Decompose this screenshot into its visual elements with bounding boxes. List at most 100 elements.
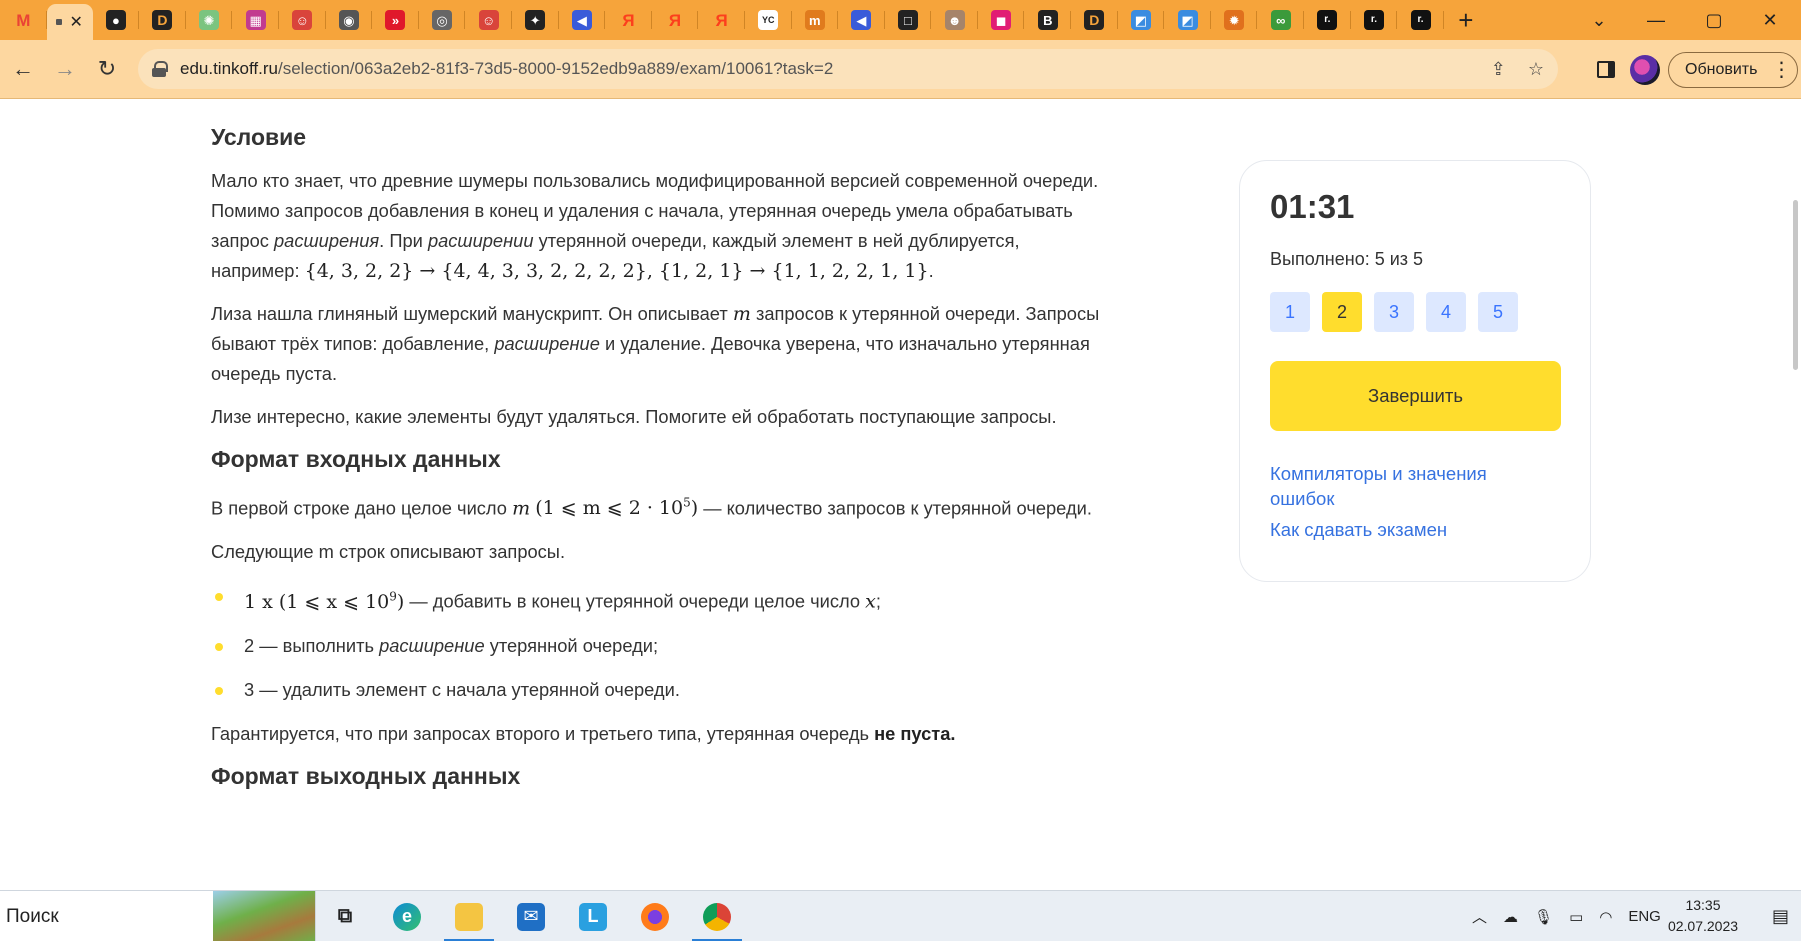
browser-tab[interactable]: ● bbox=[93, 0, 140, 40]
browser-tab[interactable]: B bbox=[1024, 0, 1071, 40]
browser-tab[interactable]: ☺ bbox=[279, 0, 326, 40]
task-button-1[interactable]: 1 bbox=[1270, 292, 1310, 332]
microphone-icon[interactable]: 🎙 bbox=[1534, 908, 1553, 926]
pattern-icon: ▦ bbox=[245, 10, 266, 30]
infinity-icon: ∞ bbox=[1270, 10, 1291, 30]
browser-tab[interactable]: » bbox=[372, 0, 419, 40]
minimize-button[interactable]: — bbox=[1625, 0, 1687, 40]
profile-avatar[interactable] bbox=[1630, 54, 1660, 85]
browser-tab[interactable]: r. bbox=[1397, 0, 1444, 40]
share-icon[interactable]: ⇪ bbox=[1491, 59, 1506, 80]
heading-condition: Условие bbox=[211, 124, 307, 150]
browser-tab[interactable]: ∞ bbox=[1257, 0, 1304, 40]
wifi-icon[interactable]: ◠ bbox=[1599, 908, 1612, 926]
reload-button[interactable]: ↻ bbox=[88, 50, 126, 88]
tab-search-icon[interactable]: ⌄ bbox=[1568, 0, 1630, 40]
heading-output-format: Формат выходных данных bbox=[211, 762, 521, 789]
browser-tab[interactable]: ◩ bbox=[1118, 0, 1165, 40]
browser-tab[interactable]: D bbox=[1071, 0, 1118, 40]
how-to-pass-link[interactable]: Как сдавать экзамен bbox=[1270, 517, 1530, 542]
menu-dots-icon[interactable]: ⋮ bbox=[1771, 60, 1791, 80]
task-button-3[interactable]: 3 bbox=[1374, 292, 1414, 332]
browser-tab[interactable]: ◎ bbox=[419, 0, 466, 40]
browser-tab[interactable]: □ bbox=[885, 0, 932, 40]
edge-icon: e bbox=[393, 902, 421, 931]
task-button-2[interactable]: 2 bbox=[1322, 292, 1362, 332]
tab-strip: M ✕ ● D ✺ ▦ ☺ ◉» ◎ ☺ ✦ ◀ Я Я Я YC m ◀ □ ☻ ◼ B D ◩ ◩ ✹ ∞ r. r. r. + … bbox=[0, 0, 1801, 40]
flag-icon: ◀ bbox=[851, 10, 872, 30]
browser-tab[interactable]: Я bbox=[652, 0, 699, 40]
compilers-link[interactable]: Компиляторы и значения ошибок bbox=[1270, 461, 1530, 511]
chrome-icon: ◎ bbox=[432, 10, 453, 30]
language-indicator[interactable]: ENG bbox=[1628, 908, 1661, 925]
battery-icon[interactable]: ▭ bbox=[1569, 908, 1583, 926]
browser-tab[interactable]: ◀ bbox=[838, 0, 885, 40]
browser-tab[interactable]: M bbox=[0, 0, 47, 40]
clock-date: 02.07.2023 bbox=[1667, 918, 1739, 934]
browser-tab[interactable]: ◼ bbox=[978, 0, 1025, 40]
taskbar-chrome[interactable] bbox=[688, 891, 746, 941]
sun-icon: ✹ bbox=[1224, 10, 1245, 30]
url-path: /selection/063a2eb2-81f3-73d5-8000-9152e… bbox=[277, 59, 834, 78]
taskbar-l-app[interactable]: L bbox=[564, 891, 622, 941]
browser-tab[interactable]: ✹ bbox=[1211, 0, 1258, 40]
tech-icon: m bbox=[804, 10, 825, 30]
bookmark-star-icon[interactable]: ☆ bbox=[1528, 59, 1544, 80]
side-panel-icon[interactable] bbox=[1597, 61, 1615, 78]
notifications-icon[interactable]: ▤ bbox=[1772, 891, 1789, 941]
taskbar-explorer[interactable] bbox=[440, 891, 498, 941]
m-constraint: (1 ⩽ m ⩽ 2 · 105) bbox=[535, 496, 699, 520]
back-button[interactable]: ← bbox=[4, 50, 42, 88]
close-tab-icon[interactable]: ✕ bbox=[70, 12, 83, 32]
task-button-4[interactable]: 4 bbox=[1426, 292, 1466, 332]
r-icon: r. bbox=[1363, 10, 1384, 30]
forward-button[interactable]: → bbox=[46, 50, 84, 88]
browser-tab[interactable]: ◀ bbox=[559, 0, 606, 40]
new-tab-button[interactable]: + bbox=[1444, 0, 1488, 40]
browser-tab[interactable]: ✦ bbox=[512, 0, 559, 40]
task-button-5[interactable]: 5 bbox=[1478, 292, 1518, 332]
mascot-icon: ☺ bbox=[478, 10, 499, 30]
globe-icon: ◉ bbox=[338, 10, 359, 30]
browser-tab[interactable]: Я bbox=[605, 0, 652, 40]
finish-button[interactable]: Завершить bbox=[1270, 361, 1561, 431]
d-letter-icon: D bbox=[1084, 10, 1105, 30]
browser-tab[interactable]: ▦ bbox=[232, 0, 279, 40]
avatar-icon: ☻ bbox=[944, 10, 965, 30]
taskbar-firefox[interactable] bbox=[626, 891, 684, 941]
browser-tab[interactable]: D bbox=[139, 0, 186, 40]
maximize-button[interactable]: ▢ bbox=[1683, 0, 1745, 40]
onedrive-icon[interactable]: ☁ bbox=[1503, 908, 1518, 926]
browser-tab[interactable]: ✺ bbox=[186, 0, 233, 40]
task-navigation: 12345 bbox=[1270, 292, 1518, 332]
browser-tab[interactable]: ☻ bbox=[931, 0, 978, 40]
browser-tab[interactable]: r. bbox=[1304, 0, 1351, 40]
browser-tab[interactable]: ◉ bbox=[326, 0, 373, 40]
browser-tab[interactable]: m bbox=[792, 0, 839, 40]
close-window-button[interactable]: ✕ bbox=[1739, 0, 1801, 40]
task-view-button[interactable]: ⧉ bbox=[316, 891, 374, 941]
x-constraint: 1 x (1 ⩽ x ⩽ 109) bbox=[244, 589, 405, 613]
address-bar[interactable]: edu.tinkoff.ru/selection/063a2eb2-81f3-7… bbox=[138, 49, 1558, 89]
tray-overflow-icon[interactable]: ︿ bbox=[1472, 906, 1487, 927]
list-item-expand: 2 — выполнить расширение утерянной очере… bbox=[211, 631, 1111, 661]
r-icon: r. bbox=[1317, 10, 1338, 30]
scrollbar-thumb[interactable] bbox=[1793, 200, 1798, 370]
browser-tab[interactable]: r. bbox=[1351, 0, 1398, 40]
heading-input-format: Формат входных данных bbox=[211, 446, 501, 472]
browser-tab[interactable]: Я bbox=[698, 0, 745, 40]
r-icon: r. bbox=[1410, 10, 1431, 30]
taskbar-edge[interactable]: e bbox=[378, 891, 436, 941]
image-icon: ◩ bbox=[1130, 10, 1151, 30]
browser-tab[interactable]: YC bbox=[745, 0, 792, 40]
example-formula: {4, 3, 2, 2} → {4, 4, 3, 3, 2, 2, 2, 2},… bbox=[304, 260, 929, 282]
lock-icon[interactable] bbox=[152, 61, 168, 77]
browser-tab[interactable]: ◩ bbox=[1164, 0, 1211, 40]
browser-tab[interactable]: ☺ bbox=[465, 0, 512, 40]
tab-favicon bbox=[56, 19, 63, 25]
l-app-icon: L bbox=[579, 902, 607, 931]
update-button[interactable]: Обновить ⋮ bbox=[1668, 51, 1799, 88]
taskbar-mail[interactable]: ✉ bbox=[502, 891, 560, 941]
clock[interactable]: 13:35 02.07.2023 bbox=[1666, 895, 1740, 937]
active-tab[interactable]: ✕ bbox=[46, 4, 93, 40]
